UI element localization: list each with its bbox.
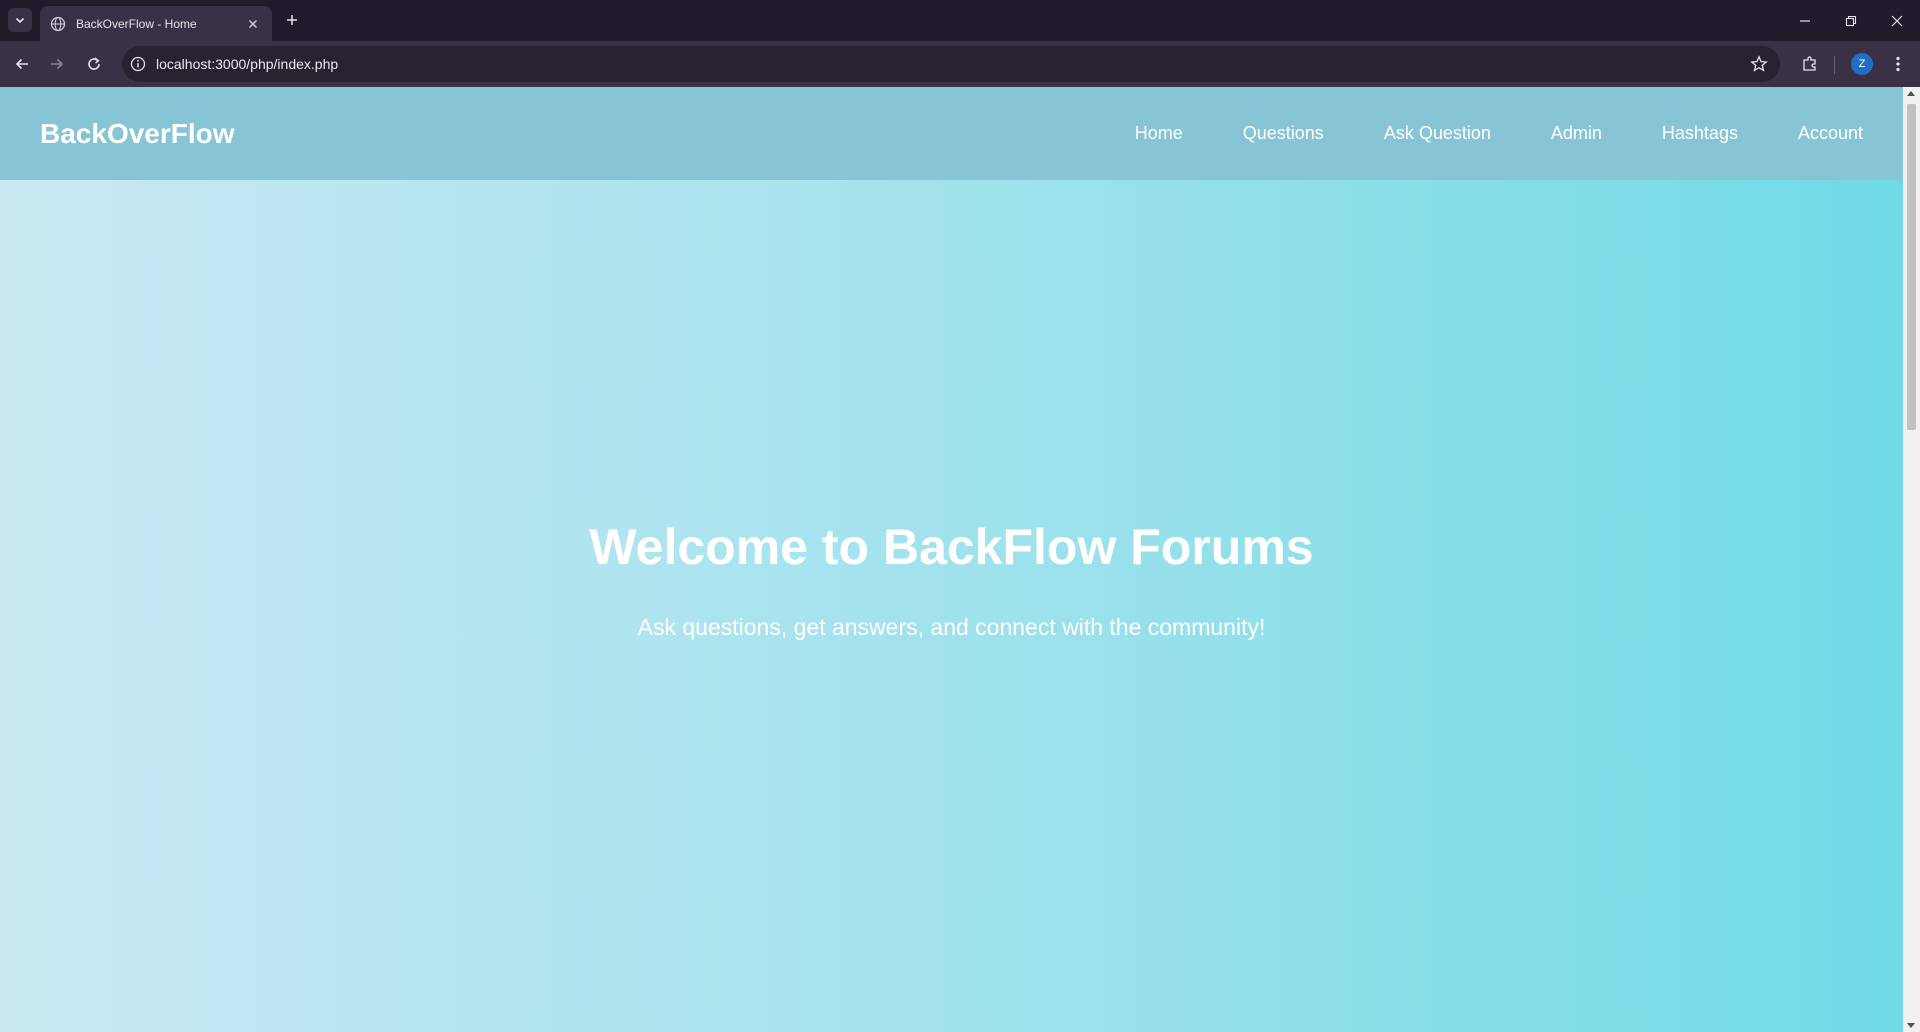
- site-nav: Home Questions Ask Question Admin Hashta…: [1075, 123, 1863, 144]
- extensions-button[interactable]: [1798, 52, 1822, 76]
- scrollbar-thumb[interactable]: [1907, 104, 1916, 430]
- arrow-right-icon: [51, 58, 64, 70]
- nav-link-questions[interactable]: Questions: [1243, 123, 1324, 144]
- url-text[interactable]: localhost:3000/php/index.php: [156, 56, 338, 72]
- browser-toolbar: localhost:3000/php/index.php Z: [0, 41, 1920, 87]
- nav-link-admin[interactable]: Admin: [1551, 123, 1602, 144]
- reload-icon: [88, 57, 100, 70]
- scroll-up-arrow[interactable]: [1907, 91, 1915, 96]
- browser-tab-bar: BackOverFlow - Home: [0, 0, 1920, 41]
- restore-button[interactable]: [1828, 0, 1874, 41]
- close-window-button[interactable]: [1874, 0, 1920, 41]
- puzzle-icon: [1803, 56, 1816, 71]
- plus-icon: [287, 15, 297, 25]
- browser-tab-active[interactable]: BackOverFlow - Home: [40, 6, 272, 41]
- close-icon: [1891, 15, 1903, 26]
- new-tab-button[interactable]: [280, 8, 304, 32]
- toolbar-divider: [1834, 56, 1835, 74]
- page-viewport: Welcome to BackFlow Forums Ask questions…: [0, 87, 1903, 1032]
- forward-button[interactable]: [43, 50, 71, 78]
- minimize-icon: [1800, 19, 1810, 22]
- restore-icon: [1845, 15, 1857, 26]
- tab-title: BackOverFlow - Home: [76, 16, 197, 31]
- nav-link-ask-question[interactable]: Ask Question: [1384, 123, 1491, 144]
- nav-link-hashtags[interactable]: Hashtags: [1662, 123, 1738, 144]
- globe-icon: [50, 16, 66, 31]
- site-logo[interactable]: BackOverFlow: [40, 118, 235, 150]
- nav-link-account[interactable]: Account: [1798, 123, 1863, 144]
- tab-close-button[interactable]: [244, 16, 262, 32]
- scroll-down-arrow[interactable]: [1907, 1023, 1915, 1028]
- profile-avatar[interactable]: Z: [1851, 53, 1873, 75]
- browser-menu-button[interactable]: [1886, 52, 1910, 76]
- reload-button[interactable]: [80, 50, 108, 78]
- chevron-down-icon: [15, 17, 25, 24]
- page-scrollbar[interactable]: [1903, 87, 1920, 1032]
- close-icon: [249, 19, 257, 28]
- back-button[interactable]: [8, 50, 36, 78]
- nav-link-home[interactable]: Home: [1135, 123, 1183, 144]
- arrow-left-icon: [15, 58, 28, 70]
- info-icon[interactable]: [130, 56, 146, 72]
- address-bar[interactable]: localhost:3000/php/index.php: [122, 46, 1780, 82]
- hero-subtitle: Ask questions, get answers, and connect …: [637, 614, 1266, 640]
- site-header: BackOverFlow Home Questions Ask Question…: [0, 87, 1903, 180]
- hero-section: Welcome to BackFlow Forums Ask questions…: [0, 87, 1903, 1032]
- kebab-menu-icon: [1896, 56, 1900, 72]
- star-icon[interactable]: [1750, 55, 1768, 73]
- tab-search-button[interactable]: [8, 8, 32, 32]
- minimize-button[interactable]: [1782, 0, 1828, 41]
- hero-title: Welcome to BackFlow Forums: [589, 519, 1314, 575]
